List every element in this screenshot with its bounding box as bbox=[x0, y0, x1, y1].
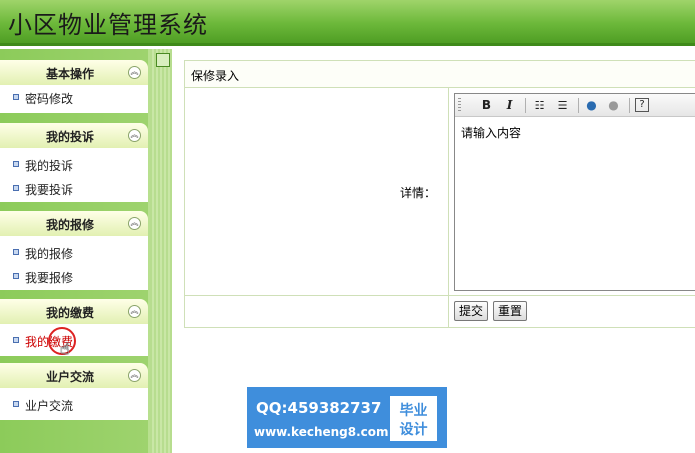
panel-title: 基本操作 bbox=[45, 67, 94, 81]
ordered-list-icon[interactable]: ☷ bbox=[531, 97, 548, 114]
sidebar-item-resident-exchange[interactable]: 业户交流 bbox=[0, 392, 148, 416]
italic-icon[interactable]: I bbox=[501, 97, 518, 114]
double-chevron-up-icon[interactable]: ︽ bbox=[128, 129, 141, 142]
panel-title: 我的缴费 bbox=[45, 306, 94, 320]
help-icon[interactable]: ? bbox=[635, 98, 649, 112]
hand-cursor-icon: ☝ bbox=[60, 339, 70, 358]
reset-button[interactable]: 重置 bbox=[493, 301, 528, 321]
sidebar-splitter[interactable] bbox=[150, 49, 172, 453]
panel-title: 业户交流 bbox=[45, 370, 94, 384]
sidebar-item-change-password[interactable]: 密码修改 bbox=[0, 85, 148, 109]
bullet-icon bbox=[13, 161, 19, 167]
bullet-icon bbox=[13, 401, 19, 407]
double-chevron-up-icon[interactable]: ︽ bbox=[128, 217, 141, 230]
panel-header[interactable]: 我的缴费 ︽ bbox=[0, 299, 148, 324]
remove-link-icon[interactable]: ● bbox=[605, 97, 622, 114]
watermark-badge-line1: 毕业 bbox=[399, 403, 428, 419]
sidebar-item-file-complaint[interactable]: 我要投诉 bbox=[0, 176, 148, 200]
watermark-qq: QQ:459382737 bbox=[256, 399, 382, 417]
submit-button[interactable]: 提交 bbox=[454, 301, 489, 321]
panel-resident-exchange: 业户交流 ︽ 业户交流 bbox=[0, 363, 148, 420]
panel-header[interactable]: 我的投诉 ︽ bbox=[0, 123, 148, 148]
sidebar-item-label[interactable]: 我的投诉 bbox=[25, 157, 73, 174]
sidebar-item-my-complaints[interactable]: 我的投诉 bbox=[0, 152, 148, 176]
watermark-badge-line2: 设计 bbox=[399, 422, 428, 438]
bullet-icon bbox=[13, 273, 19, 279]
watermark-badge: 毕业 设计 bbox=[390, 396, 437, 441]
action-row: 提交 重置 bbox=[185, 296, 695, 328]
bullet-icon bbox=[13, 94, 19, 100]
panel-header[interactable]: 业户交流 ︽ bbox=[0, 363, 148, 388]
form-title: 保修录入 bbox=[191, 69, 240, 83]
sidebar-item-request-repair[interactable]: 我要报修 bbox=[0, 264, 148, 288]
editor-content[interactable]: 请输入内容 bbox=[461, 124, 521, 141]
toolbar-grip bbox=[458, 98, 461, 113]
rich-text-editor[interactable]: B I ☷ ☰ ● ● ? 请输入内容 bbox=[454, 93, 695, 291]
editor-toolbar: B I ☷ ☰ ● ● ? bbox=[455, 94, 695, 117]
unordered-list-icon[interactable]: ☰ bbox=[554, 97, 571, 114]
watermark-site: www.kecheng8.com bbox=[254, 425, 389, 439]
sidebar-item-label[interactable]: 我的报修 bbox=[25, 245, 73, 262]
app-header: 小区物业管理系统 bbox=[0, 0, 695, 46]
bullet-icon bbox=[13, 185, 19, 191]
double-chevron-up-icon[interactable]: ︽ bbox=[128, 66, 141, 79]
double-chevron-up-icon[interactable]: ︽ bbox=[128, 369, 141, 382]
panel-basic-ops: 基本操作 ︽ 密码修改 bbox=[0, 60, 148, 113]
bold-icon[interactable]: B bbox=[478, 97, 495, 114]
repair-form: 保修录入 详情： B I ☷ ☰ ● ● ? 请输入内容 提交 重置 bbox=[184, 60, 695, 328]
detail-label: 详情： bbox=[399, 186, 436, 200]
panel-title: 我的报修 bbox=[45, 218, 94, 232]
watermark: QQ:459382737 www.kecheng8.com 毕业 设计 bbox=[247, 387, 447, 448]
sidebar-item-my-repairs[interactable]: 我的报修 bbox=[0, 240, 148, 264]
form-title-bar: 保修录入 bbox=[185, 61, 695, 88]
sidebar-item-label[interactable]: 密码修改 bbox=[25, 90, 73, 107]
panel-my-repairs: 我的报修 ︽ 我的报修 我要报修 bbox=[0, 211, 148, 290]
sidebar-item-label[interactable]: 我要投诉 bbox=[25, 181, 73, 198]
sidebar-item-label[interactable]: 我要报修 bbox=[25, 269, 73, 286]
panel-header[interactable]: 我的报修 ︽ bbox=[0, 211, 148, 236]
double-chevron-up-icon[interactable]: ︽ bbox=[128, 305, 141, 318]
insert-link-icon[interactable]: ● bbox=[583, 97, 600, 114]
bullet-icon bbox=[13, 337, 19, 343]
bullet-icon bbox=[13, 249, 19, 255]
panel-header[interactable]: 基本操作 ︽ bbox=[0, 60, 148, 85]
panel-my-complaints: 我的投诉 ︽ 我的投诉 我要投诉 bbox=[0, 123, 148, 202]
panel-title: 我的投诉 bbox=[45, 130, 94, 144]
detail-row: 详情： B I ☷ ☰ ● ● ? 请输入内容 bbox=[185, 88, 695, 296]
app-title: 小区物业管理系统 bbox=[8, 11, 208, 39]
sidebar-item-label[interactable]: 业户交流 bbox=[25, 397, 73, 414]
sidebar-toggle-handle[interactable] bbox=[156, 53, 170, 67]
sidebar: 基本操作 ︽ 密码修改 我的投诉 ︽ 我的投诉 我要投诉 我的报修 ︽ 我的报修… bbox=[0, 49, 172, 453]
